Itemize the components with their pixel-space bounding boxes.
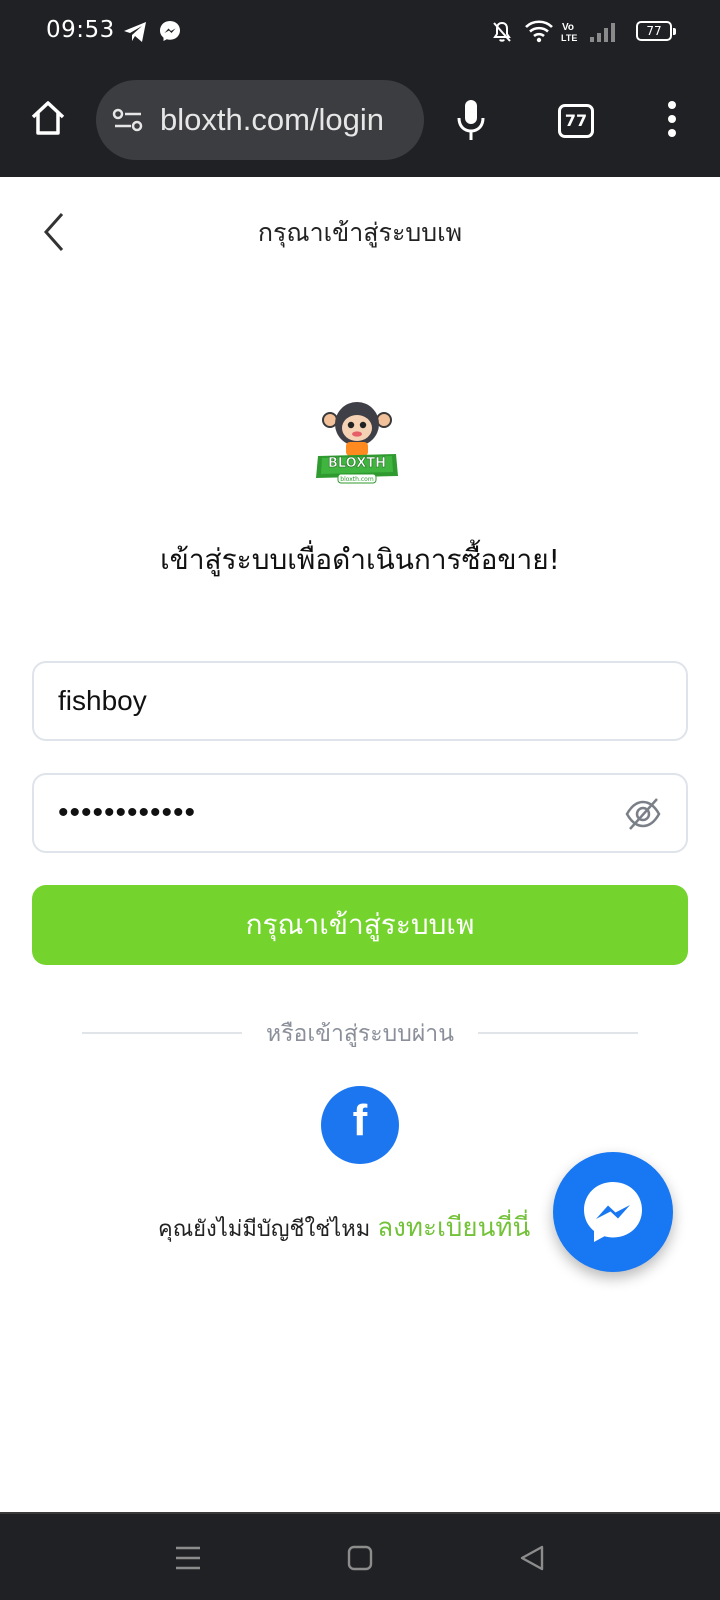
divider-line-right [478, 1032, 638, 1034]
battery-icon: 77 [636, 21, 676, 41]
browser-toolbar: bloxth.com/login 77 [0, 64, 720, 177]
microphone-icon[interactable] [454, 98, 488, 142]
status-bar: 09:53 Vo LTE 77 [0, 0, 720, 64]
telegram-icon [124, 22, 146, 42]
login-button[interactable]: กรุณาเข้าสู่ระบบเพ [32, 885, 688, 965]
page-header: กรุณาเข้าสู่ระบบเพ [0, 177, 720, 287]
mute-bell-icon [493, 21, 511, 42]
system-nav-bar [0, 1512, 720, 1600]
messenger-icon [584, 1182, 642, 1242]
logo-brand-text: BLOXTH [328, 456, 386, 471]
volte-icon: Vo LTE [561, 22, 577, 43]
more-menu-icon[interactable] [662, 100, 682, 140]
url-bar[interactable]: bloxth.com/login [96, 80, 424, 160]
bloxth-logo: BLOXTH bloxth.com [316, 402, 398, 484]
home-nav-icon[interactable] [347, 1544, 373, 1572]
password-input[interactable] [58, 775, 618, 851]
username-field[interactable] [32, 661, 688, 741]
login-heading: เข้าสู่ระบบเพื่อดำเนินการซื้อขาย! [160, 543, 560, 576]
svg-text:Vo: Vo [562, 22, 574, 33]
logo-domain-text: bloxth.com [340, 476, 374, 483]
home-icon[interactable] [28, 98, 68, 138]
back-nav-icon[interactable] [518, 1544, 546, 1572]
register-row: คุณยังไม่มีบัญชีใช่ไหม ลงทะเบียนที่นี่ [158, 1207, 530, 1248]
register-prompt: คุณยังไม่มีบัญชีใช่ไหม [158, 1217, 371, 1242]
tab-switcher-button[interactable]: 77 [558, 104, 594, 138]
password-field[interactable] [32, 773, 688, 853]
divider-text: หรือเข้าสู่ระบบผ่าน [266, 1021, 454, 1047]
messenger-status-icon [160, 21, 180, 41]
site-settings-icon[interactable] [112, 106, 144, 134]
wifi-icon [525, 20, 553, 43]
page-title: กรุณาเข้าสู่ระบบเพ [257, 218, 463, 247]
svg-text:LTE: LTE [561, 33, 577, 43]
facebook-login-button[interactable]: f [321, 1086, 399, 1164]
messenger-chat-button[interactable] [553, 1152, 673, 1272]
facebook-icon: f [352, 1096, 368, 1145]
recent-apps-icon[interactable] [174, 1544, 202, 1572]
eye-off-icon[interactable] [624, 795, 662, 833]
status-time: 09:53 [46, 17, 115, 43]
url-text[interactable]: bloxth.com/login [160, 102, 384, 138]
signal-icon [590, 23, 615, 42]
register-link[interactable]: ลงทะเบียนที่นี่ [377, 1213, 530, 1243]
username-input[interactable] [58, 663, 618, 739]
